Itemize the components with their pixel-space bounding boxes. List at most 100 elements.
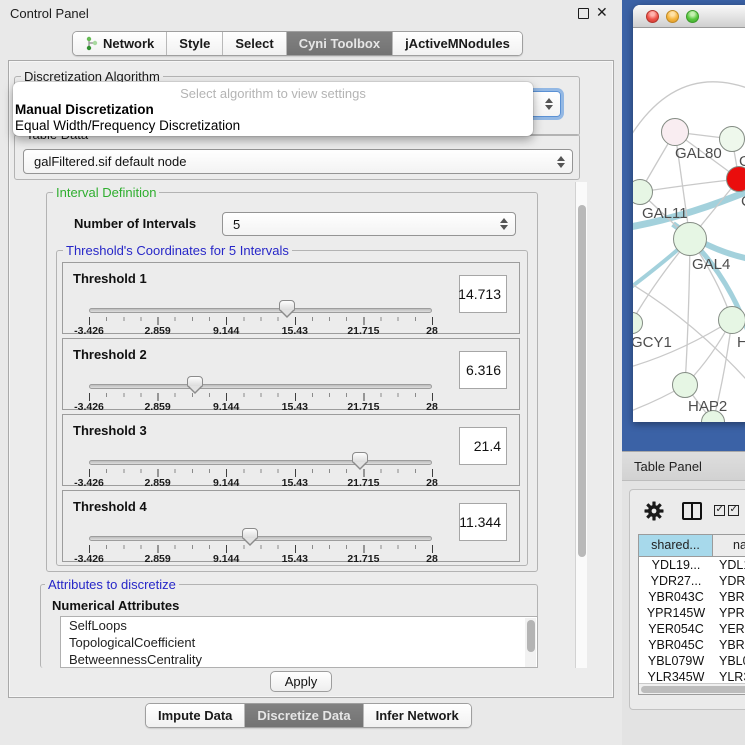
popup-hint: Select algorithm to view settings (13, 86, 533, 101)
node-gal4[interactable] (673, 222, 707, 256)
list-item[interactable]: BetweennessCentrality (61, 651, 537, 668)
control-panel: Control Panel ✕ Network Style Select Cyn… (0, 0, 622, 745)
combo-spinner-icon (499, 217, 508, 231)
control-panel-titlebar: Control Panel ✕ (0, 0, 622, 26)
network-window-titlebar[interactable] (633, 5, 745, 28)
threshold-3-label: Threshold 3 (73, 423, 147, 438)
threshold-2-label: Threshold 2 (73, 347, 147, 362)
table-panel-titlebar: Table Panel (622, 451, 745, 481)
popup-option-equal-width[interactable]: Equal Width/Frequency Discretization (15, 118, 240, 133)
threshold-4-slider[interactable]: -3.426 2.859 9.144 15.43 21.715 28 (89, 531, 432, 563)
node-label: G (739, 153, 745, 170)
algorithm-dropdown-popup: Select algorithm to view settings Manual… (13, 82, 533, 136)
slider-thumb[interactable] (279, 300, 295, 311)
network-canvas[interactable]: GAL80 G C GAL11 GAL4 GCY1 H HAP2 (633, 29, 745, 422)
checkbox-icon[interactable] (728, 505, 739, 516)
close-icon[interactable]: ✕ (596, 4, 608, 21)
node-partial-g[interactable] (719, 126, 745, 152)
apply-button[interactable]: Apply (270, 671, 332, 692)
group-label-thresholds: Threshold's Coordinates for 5 Intervals (63, 243, 292, 258)
panel-title: Control Panel (10, 6, 89, 21)
table-toolbar (630, 490, 745, 532)
node-hap2[interactable] (672, 372, 698, 398)
threshold-3-slider[interactable]: -3.426 2.859 9.144 15.43 21.715 28 (89, 455, 432, 487)
table-row[interactable]: YER054CYER0 (639, 621, 745, 637)
list-item[interactable]: SelfLoops (61, 617, 537, 634)
tab-cyni-toolbox[interactable]: Cyni Toolbox (287, 32, 393, 55)
node-label: GCY1 (633, 334, 672, 351)
threshold-4-label: Threshold 4 (73, 499, 147, 514)
top-tab-bar: Network Style Select Cyni Toolbox jActiv… (72, 31, 523, 56)
list-item[interactable]: TopologicalCoefficient (61, 634, 537, 651)
node-label: GAL80 (675, 145, 722, 162)
intervals-combo[interactable]: 5 (222, 212, 516, 236)
threshold-2-value[interactable]: 6.316 (459, 351, 507, 389)
attributes-scrollbar[interactable] (525, 618, 536, 668)
tab-impute-data[interactable]: Impute Data (146, 704, 245, 727)
table-panel: shared... na YDL19...YDL1 YDR27...YDR2 Y… (629, 489, 745, 710)
threshold-1-value[interactable]: 14.713 (459, 275, 507, 313)
numerical-attributes-heading: Numerical Attributes (52, 598, 179, 613)
table-data-combo[interactable]: galFiltered.sif default node (23, 149, 573, 174)
node-label: H (737, 334, 745, 351)
mac-zoom-icon[interactable] (686, 10, 699, 23)
node-label: GAL4 (692, 256, 730, 273)
threshold-3-value[interactable]: 21.4 (459, 427, 507, 465)
tab-network[interactable]: Network (73, 32, 167, 55)
checkbox-icon[interactable] (714, 505, 725, 516)
tab-jactivemnodules[interactable]: jActiveMNodules (393, 32, 522, 55)
table-rows: YDL19...YDL1 YDR27...YDR2 YBR043CYBR0 YP… (639, 557, 745, 685)
table-horizontal-scrollbar[interactable] (639, 683, 745, 694)
float-window-icon[interactable] (578, 8, 589, 19)
table-row[interactable]: YBR045CYBR0 (639, 637, 745, 653)
mac-minimize-icon[interactable] (666, 10, 679, 23)
network-window: GAL80 G C GAL11 GAL4 GCY1 H HAP2 (633, 5, 745, 422)
numerical-attributes-list[interactable]: SelfLoops TopologicalCoefficient Between… (60, 616, 538, 668)
threshold-4-value[interactable]: 11.344 (459, 503, 507, 541)
tab-discretize-data[interactable]: Discretize Data (245, 704, 363, 727)
group-label-interval: Interval Definition (53, 185, 159, 200)
group-table-data: Table Data galFiltered.sif default node (14, 134, 580, 180)
mac-close-icon[interactable] (646, 10, 659, 23)
table-row[interactable]: YBR043CYBR0 (639, 589, 745, 605)
slider-thumb[interactable] (242, 528, 258, 539)
table-panel-area: shared... na YDL19...YDL1 YDR27...YDR2 Y… (622, 481, 745, 745)
intervals-label: Number of Intervals (74, 216, 196, 231)
threshold-1-label: Threshold 1 (73, 271, 147, 286)
tab-select[interactable]: Select (223, 32, 286, 55)
table-header: shared... na (639, 535, 745, 557)
tab-infer-network[interactable]: Infer Network (364, 704, 471, 727)
table-row[interactable]: YDR27...YDR2 (639, 573, 745, 589)
node-partial-h[interactable] (718, 306, 745, 334)
threshold-2-slider[interactable]: -3.426 2.859 9.144 15.43 21.715 28 (89, 379, 432, 411)
columns-icon[interactable] (682, 502, 702, 520)
table-row[interactable]: YDL19...YDL1 (639, 557, 745, 573)
combo-spinner-icon (556, 155, 565, 169)
node-label: GAL11 (642, 205, 688, 222)
node-label: C (741, 193, 745, 210)
combo-spinner-icon (544, 97, 553, 111)
bottom-tab-bar: Impute Data Discretize Data Infer Networ… (145, 703, 472, 728)
table-row[interactable]: YBL079WYBL0 (639, 653, 745, 669)
panel-scrollbar[interactable] (575, 182, 587, 668)
popup-option-manual[interactable]: Manual Discretization (15, 102, 154, 117)
threshold-1-box: Threshold 1 -3.426 2.859 9.144 15.43 21.… (62, 262, 520, 334)
gear-icon[interactable] (644, 501, 664, 521)
group-label-attributes: Attributes to discretize (45, 577, 179, 592)
node-label: HAP2 (688, 398, 727, 415)
threshold-4-box: Threshold 4 -3.426 2.859 9.144 15.43 21.… (62, 490, 520, 562)
threshold-2-box: Threshold 2 -3.426 2.859 9.144 15.43 21.… (62, 338, 520, 410)
threshold-3-box: Threshold 3 -3.426 2.859 9.144 15.43 21.… (62, 414, 520, 486)
select-checkboxes[interactable] (714, 505, 739, 516)
tab-style[interactable]: Style (167, 32, 223, 55)
network-icon (85, 36, 98, 51)
threshold-1-slider[interactable]: -3.426 2.859 9.144 15.43 21.715 28 (89, 303, 432, 335)
slider-thumb[interactable] (352, 452, 368, 463)
column-header-shared-name[interactable]: shared... (639, 535, 713, 556)
column-header-name[interactable]: na (713, 535, 745, 556)
slider-thumb[interactable] (187, 376, 203, 387)
table-row[interactable]: YPR145WYPR1 (639, 605, 745, 621)
node-attribute-table[interactable]: shared... na YDL19...YDL1 YDR27...YDR2 Y… (638, 534, 745, 695)
table-panel-title: Table Panel (634, 459, 702, 474)
node-gal80[interactable] (661, 118, 689, 146)
